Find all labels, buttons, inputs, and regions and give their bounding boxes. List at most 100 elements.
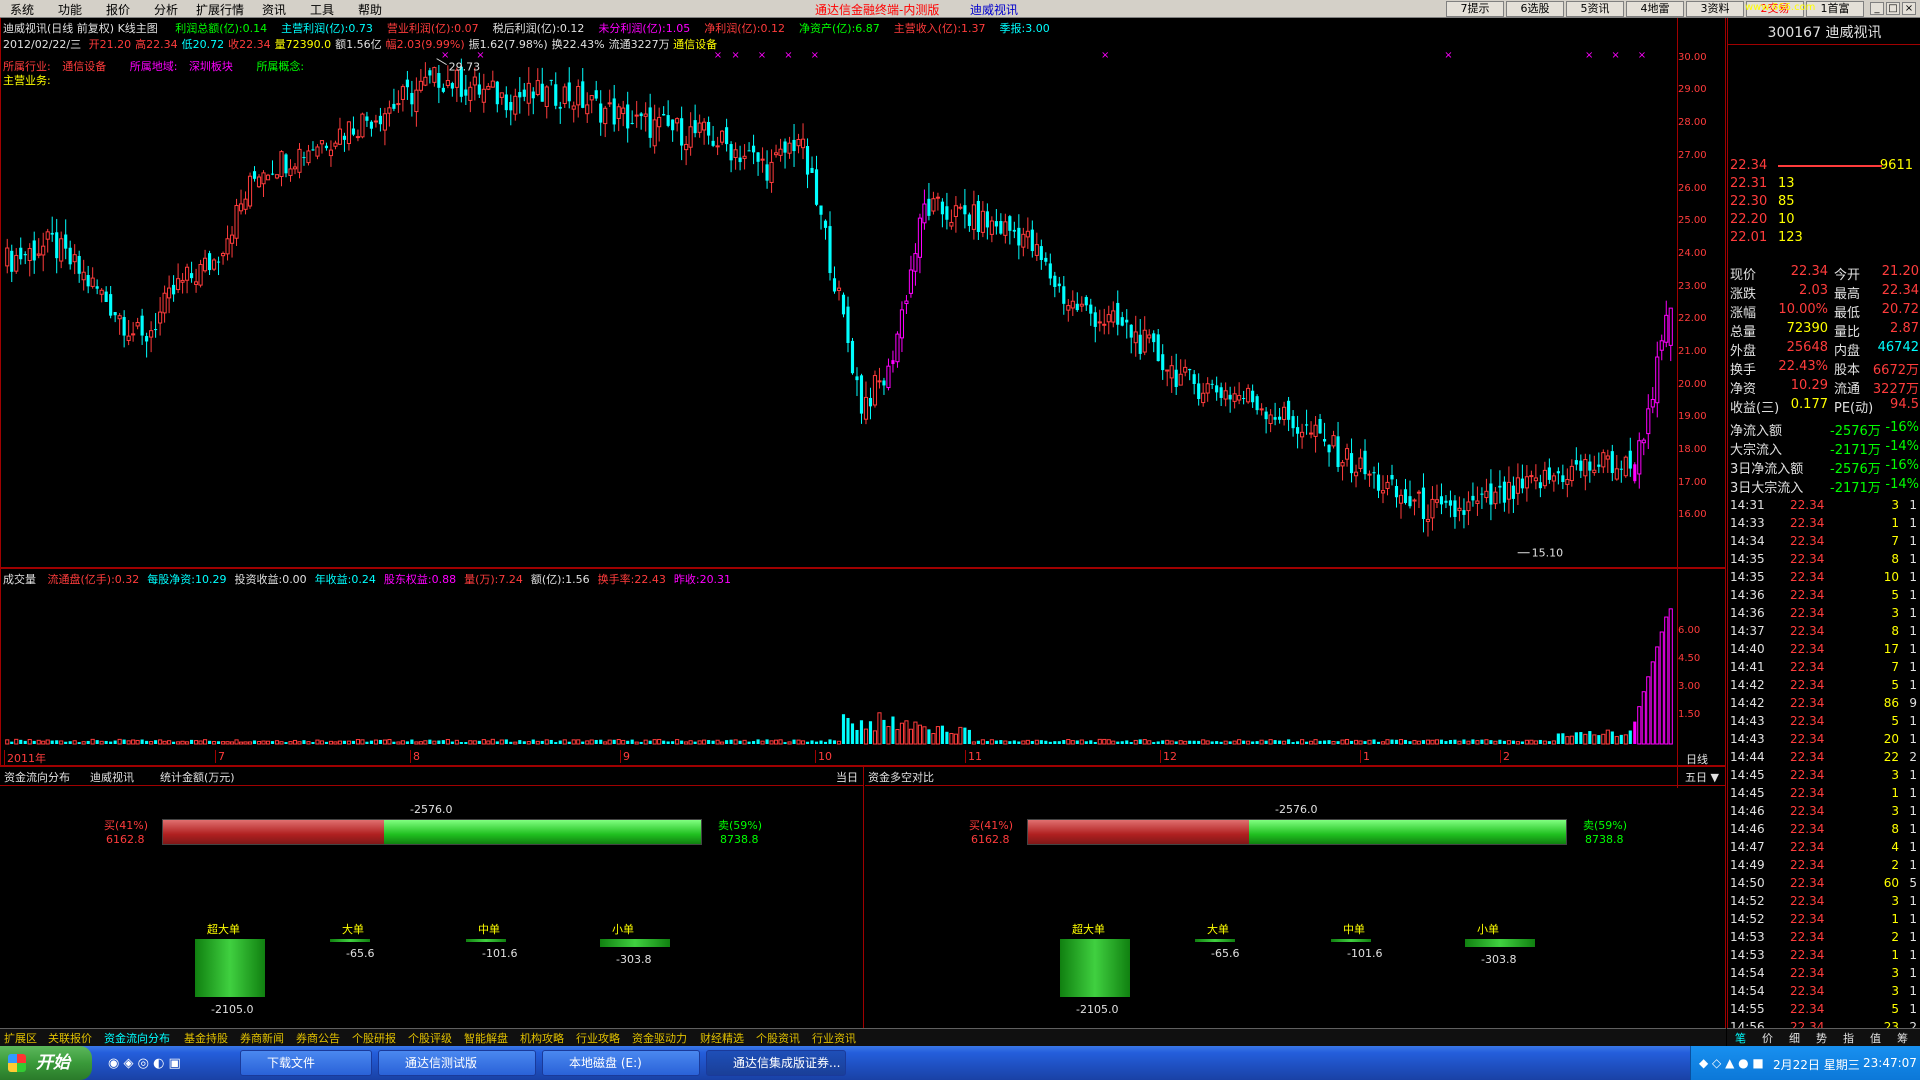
volume-bar: [1416, 740, 1422, 745]
event-marker-icon[interactable]: ×: [714, 50, 722, 61]
tab-13[interactable]: 个股资讯: [756, 1030, 800, 1046]
tab-7[interactable]: 个股评级: [408, 1030, 452, 1046]
toolbar-news-button[interactable]: 5资讯: [1566, 1, 1624, 17]
taskbar-item-download[interactable]: 下载文件: [240, 1050, 372, 1076]
event-marker-icon[interactable]: ×: [1444, 50, 1452, 61]
tick-time: 14:35: [1730, 570, 1765, 584]
side-tab-5[interactable]: 值: [1870, 1030, 1881, 1046]
candle: [1380, 475, 1386, 504]
menu-quote[interactable]: 报价: [106, 1, 130, 18]
menu-info[interactable]: 资讯: [262, 1, 286, 18]
candle: [1228, 386, 1232, 413]
fund-flow-distribution-panel[interactable]: 资金流向分布 迪威视讯 统计金额(万元) 当日 -2576.0 买(41%) 616…: [0, 767, 864, 1029]
side-flow-value: -2171万: [1830, 481, 1881, 496]
taskbar-item-tdx-test[interactable]: 通达信测试版: [378, 1050, 536, 1076]
price-tick-label: 24.00: [1678, 247, 1707, 259]
tab-14[interactable]: 行业资讯: [812, 1030, 856, 1046]
event-marker-icon[interactable]: ×: [784, 50, 792, 61]
event-marker-icon[interactable]: ×: [1585, 50, 1593, 61]
tick-volume: 5: [1891, 714, 1899, 728]
candle: [1012, 221, 1016, 239]
order-flow-bar: [1195, 939, 1235, 942]
tray-clock[interactable]: 23:47:07: [1863, 1056, 1917, 1070]
side-tab-1[interactable]: 价: [1762, 1030, 1773, 1046]
taskbar-item-tdx-integrated[interactable]: 通达信集成版证券...: [706, 1050, 846, 1076]
quicklaunch-icons[interactable]: ◉ ◈ ◎ ◐ ▣: [108, 1056, 181, 1071]
event-marker-icon[interactable]: ×: [731, 50, 739, 61]
start-button[interactable]: 开始: [0, 1046, 92, 1080]
tab-5[interactable]: 券商公告: [296, 1030, 340, 1046]
tick-price: 22.34: [1790, 696, 1825, 710]
volume-bar: [1156, 741, 1160, 744]
event-marker-icon[interactable]: ×: [1611, 50, 1619, 61]
candle: [1313, 415, 1318, 453]
tab-8[interactable]: 智能解盘: [464, 1030, 508, 1046]
side-tab-4[interactable]: 指: [1843, 1030, 1854, 1046]
tab-11[interactable]: 资金驱动力: [632, 1030, 687, 1046]
menu-help[interactable]: 帮助: [358, 1, 382, 18]
close-icon[interactable]: ×: [1902, 2, 1916, 15]
tab-12[interactable]: 财经精选: [700, 1030, 744, 1046]
tab-4[interactable]: 券商新闻: [240, 1030, 284, 1046]
toolbar-mine-button[interactable]: 4地雷: [1626, 1, 1684, 17]
kline-panel[interactable]: 迪威视讯(日线 前复权) K线主图 利润总额(亿):0.14 主营利润(亿):0.…: [0, 18, 1726, 568]
volume-bar: [41, 740, 46, 745]
side-tab-0[interactable]: 笔: [1735, 1030, 1746, 1046]
volume-bar: [1133, 739, 1138, 745]
candle: [428, 67, 432, 84]
tab-0[interactable]: 扩展区: [4, 1030, 37, 1046]
volume-tick-label: 1.50: [1678, 709, 1701, 720]
event-marker-icon[interactable]: ×: [1638, 50, 1646, 61]
candle: [1331, 430, 1336, 449]
period-label[interactable]: 日线: [1686, 751, 1708, 767]
menu-function[interactable]: 功能: [58, 1, 82, 18]
volume-panel[interactable]: 成交量 流通盘(亿手):0.32 每股净资:10.29 投资收益:0.00 年收益:0…: [0, 568, 1726, 766]
event-marker-icon[interactable]: ×: [811, 50, 819, 61]
event-marker-icon[interactable]: ×: [1101, 50, 1109, 61]
menu-system[interactable]: 系统: [10, 1, 34, 18]
side-tab-2[interactable]: 细: [1789, 1030, 1800, 1046]
candle: [1264, 407, 1268, 434]
restore-icon[interactable]: □: [1886, 2, 1900, 15]
tab-6[interactable]: 个股研报: [352, 1030, 396, 1046]
side-tab-6[interactable]: 筹: [1897, 1030, 1908, 1046]
volume-bar: [279, 741, 284, 745]
candle: [234, 198, 239, 246]
event-marker-icon[interactable]: ×: [476, 50, 484, 61]
tab-9[interactable]: 机构攻略: [520, 1030, 564, 1046]
volume-bar: [1421, 740, 1426, 744]
tab-fund-longshort[interactable]: 资金多空对比: [868, 769, 934, 785]
toolbar-select-button[interactable]: 6选股: [1506, 1, 1564, 17]
event-marker-icon[interactable]: ×: [441, 50, 449, 61]
menu-extended[interactable]: 扩展行情: [196, 1, 244, 18]
period-today[interactable]: 当日: [836, 769, 858, 785]
tab-3[interactable]: 基金持股: [184, 1030, 228, 1046]
fund-longshort-panel[interactable]: 资金多空对比 五日 ▼ -2576.0 买(41%) 6162.8 卖(59%) 873…: [865, 767, 1726, 1029]
tray-icons[interactable]: ◆ ◇ ▲ ● ■: [1699, 1056, 1764, 1070]
toolbar-tip-button[interactable]: 7提示: [1446, 1, 1504, 17]
candle: [176, 263, 181, 294]
menu-tools[interactable]: 工具: [310, 1, 334, 18]
menu-analysis[interactable]: 分析: [154, 1, 178, 18]
volume-bar: [1569, 735, 1574, 745]
event-marker-icon[interactable]: ×: [758, 50, 766, 61]
candle: [1484, 478, 1489, 503]
volume-bar: [1291, 742, 1295, 744]
side-tab-3[interactable]: 势: [1816, 1030, 1827, 1046]
volume-bar: [971, 741, 976, 745]
candle: [1444, 495, 1448, 509]
tab-2[interactable]: 资金流向分布: [104, 1030, 170, 1046]
tick-volume: 7: [1891, 534, 1899, 548]
toolbar-profile-button[interactable]: 3资料: [1686, 1, 1744, 17]
tick-price: 22.34: [1790, 840, 1825, 854]
tab-10[interactable]: 行业攻略: [576, 1030, 620, 1046]
candle: [1421, 473, 1426, 533]
minimize-icon[interactable]: _: [1870, 2, 1884, 15]
taskbar-item-disk-e[interactable]: 本地磁盘 (E:): [542, 1050, 700, 1076]
tick-price: 22.34: [1790, 984, 1825, 998]
volume-bar: [1169, 740, 1174, 745]
period-five-day-select[interactable]: 五日 ▼: [1685, 769, 1719, 785]
tab-1[interactable]: 关联报价: [48, 1030, 92, 1046]
candle: [558, 101, 562, 124]
tab-fund-flow-distribution[interactable]: 资金流向分布: [4, 769, 70, 785]
